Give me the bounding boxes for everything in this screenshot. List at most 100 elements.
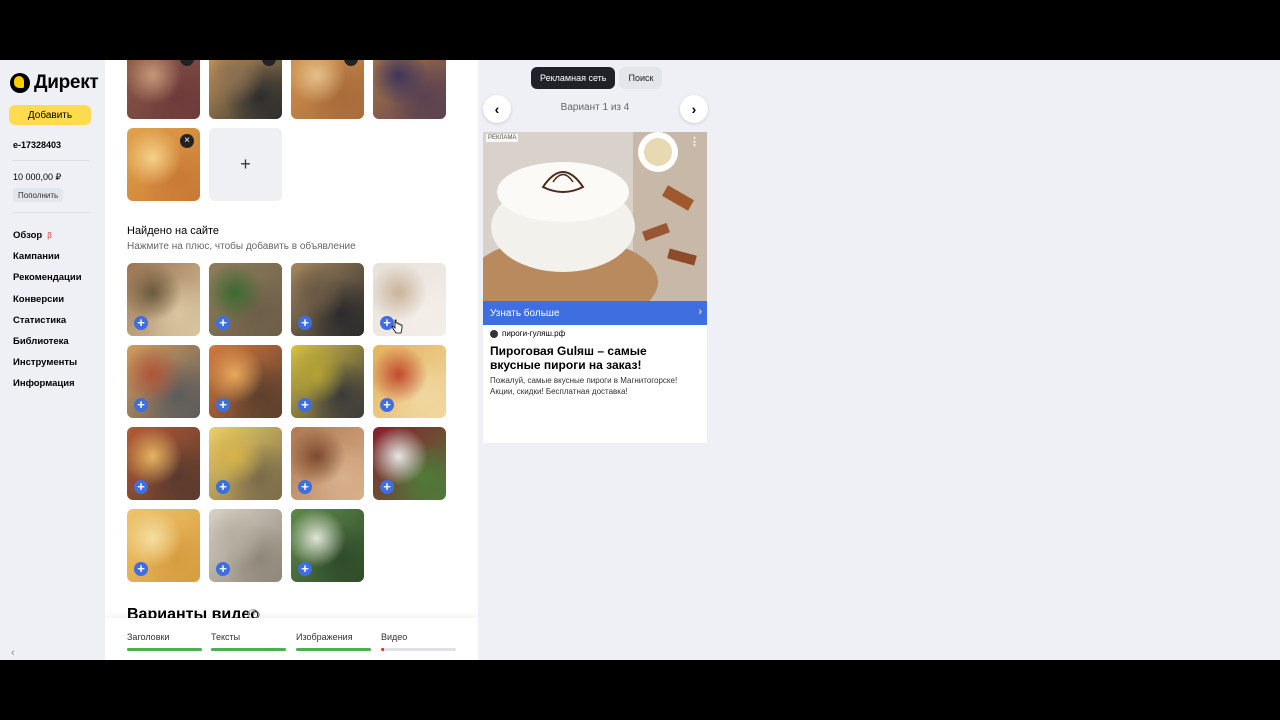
sidebar-item-statistics[interactable]: Статистика [13,310,82,331]
add-image-button[interactable]: + [209,128,282,201]
add-image-plus-icon[interactable]: + [216,562,230,576]
ad-card[interactable]: РЕКЛАМА ⋮ Узнать больше › пироги-гуляш.р… [483,132,707,443]
sidebar: Директ Добавить e-17328403 10 000,00 ₽ П… [0,60,105,660]
tab-ad-network[interactable]: Рекламная сеть [531,67,616,89]
progress-label: Заголовки [127,632,170,642]
add-image-plus-icon[interactable]: + [216,316,230,330]
selected-image[interactable]: × [209,60,282,119]
found-image[interactable]: + [291,345,364,418]
site-favicon-icon [490,329,498,338]
selected-image[interactable]: × [127,60,200,119]
add-button[interactable]: Добавить [9,105,91,125]
found-image[interactable]: + [127,263,200,336]
food-photo [373,60,446,119]
variant-counter: Вариант 1 из 4 [560,102,630,113]
add-image-plus-icon[interactable]: + [298,398,312,412]
learn-more-button[interactable]: Узнать больше › [483,301,707,325]
add-image-plus-icon[interactable]: + [134,316,148,330]
more-vertical-icon[interactable]: ⋮ [689,135,700,148]
brand-logo[interactable]: Директ [10,72,99,94]
account-login[interactable]: e-17328403 [13,140,61,150]
tab-search[interactable]: Поиск [619,67,663,89]
ad-domain[interactable]: пироги-гуляш.рф [490,329,565,338]
progress-headlines[interactable]: Заголовки [127,632,202,651]
progress-track [211,648,286,651]
sidebar-item-label: Рекомендации [13,272,82,284]
sidebar-item-campaigns[interactable]: Кампании [13,246,82,267]
image-editor-panel: × × × × + Найдено на сайте Нажмите на пл… [105,60,478,660]
found-image[interactable]: + [373,263,446,336]
selected-image[interactable]: × [127,128,200,201]
food-photo [209,60,282,119]
progress-label: Изображения [296,632,353,642]
ad-label: РЕКЛАМА [486,134,519,142]
add-image-plus-icon[interactable]: + [216,398,230,412]
add-image-plus-icon[interactable]: + [298,316,312,330]
selected-image[interactable] [373,60,446,119]
progress-images[interactable]: Изображения [296,632,371,651]
add-image-plus-icon[interactable]: + [380,398,394,412]
sidebar-item-label: Конверсии [13,293,65,305]
yandex-logo-icon [10,73,30,93]
found-image[interactable]: + [373,427,446,500]
divider [12,212,90,213]
sidebar-item-tools[interactable]: Инструменты [13,352,82,373]
add-image-plus-icon[interactable]: + [298,480,312,494]
sidebar-item-label: Статистика [13,314,67,326]
ad-text: Пожалуй, самые вкусные пироги в Магнитог… [490,376,678,396]
add-image-plus-icon[interactable]: + [298,562,312,576]
sidebar-item-recommendations[interactable]: Рекомендации [13,267,82,288]
add-image-plus-icon[interactable]: + [216,480,230,494]
selected-image[interactable]: × [291,60,364,119]
found-image[interactable]: + [291,509,364,582]
sidebar-item-label: Кампании [13,251,60,263]
sidebar-item-overview[interactable]: Обзор β [13,225,82,246]
progress-track [296,648,371,651]
brand-name: Директ [34,72,99,93]
cake-photo [483,132,707,301]
ad-title[interactable]: Пироговая Gulяш – самые вкусные пироги н… [490,344,700,372]
sidebar-item-conversions[interactable]: Конверсии [13,289,82,310]
progress-label: Тексты [211,632,241,642]
found-image[interactable]: + [373,345,446,418]
sidebar-item-label: Библиотека [13,336,69,348]
food-photo [291,60,364,119]
found-on-site-title: Найдено на сайте [127,225,220,237]
domain-text: пироги-гуляш.рф [502,329,566,338]
found-image[interactable]: + [209,509,282,582]
next-variant-button[interactable]: › [680,95,708,123]
found-image[interactable]: + [291,263,364,336]
progress-fill [127,648,202,651]
add-image-plus-icon[interactable]: + [380,480,394,494]
sidebar-item-info[interactable]: Информация [13,373,82,394]
sidebar-item-library[interactable]: Библиотека [13,331,82,352]
progress-texts[interactable]: Тексты [211,632,286,651]
add-image-plus-icon[interactable]: + [134,398,148,412]
hand-cursor-icon [391,319,403,334]
found-image[interactable]: + [127,509,200,582]
found-image[interactable]: + [291,427,364,500]
found-image[interactable]: + [209,427,282,500]
progress-fill [296,648,371,651]
found-image[interactable]: + [127,345,200,418]
collapse-sidebar-icon[interactable]: ‹ [11,647,15,659]
progress-track [127,648,202,651]
sidebar-item-label: Обзор [13,230,43,242]
add-image-plus-icon[interactable]: + [134,480,148,494]
progress-label: Видео [381,632,408,642]
beta-badge: β [47,231,52,241]
chevron-right-icon: › [691,101,697,117]
topup-button[interactable]: Пополнить [13,188,64,202]
found-image[interactable]: + [209,263,282,336]
remove-image-icon[interactable]: × [180,134,194,148]
completion-progress: Заголовки Тексты Изображения Видео [105,618,478,660]
found-on-site-hint: Нажмите на плюс, чтобы добавить в объявл… [127,241,356,252]
add-image-plus-icon[interactable]: + [134,562,148,576]
app-window: Директ Добавить e-17328403 10 000,00 ₽ П… [0,60,1280,660]
food-photo [127,60,200,119]
cta-label: Узнать больше [490,307,560,319]
found-image[interactable]: + [209,345,282,418]
found-image[interactable]: + [127,427,200,500]
progress-video[interactable]: Видео [381,632,456,651]
progress-fill [211,648,286,651]
